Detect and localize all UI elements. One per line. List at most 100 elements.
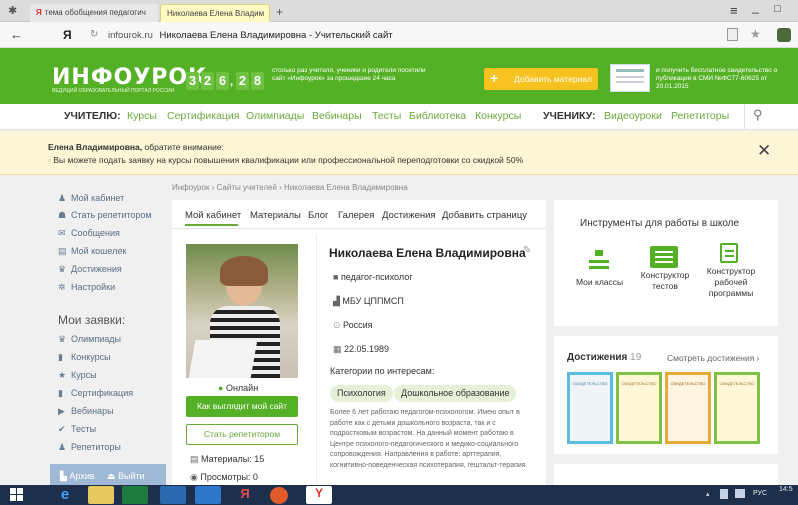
yandex-logo-icon[interactable]: Я — [63, 28, 72, 42]
nav-video-lessons[interactable]: Видеоуроки — [604, 110, 662, 122]
interest-tag[interactable]: Психология — [330, 385, 393, 402]
window-menu-button[interactable]: ≡ — [730, 3, 738, 18]
request-tutors[interactable]: ♟ Репетиторы — [58, 442, 121, 453]
search-icon[interactable]: ⚲ — [753, 107, 763, 123]
menu-become-tutor[interactable]: ☗ Стать репетитором — [58, 210, 152, 221]
tool-my-classes[interactable]: Мои классы — [576, 277, 623, 287]
close-notice-icon[interactable]: ✕ — [757, 141, 771, 161]
maximize-button[interactable]: □ — [774, 3, 781, 15]
request-contests[interactable]: ▮ Конкурсы — [58, 352, 111, 363]
tray-arrow-icon[interactable]: ▴ — [706, 490, 710, 498]
request-olympiads[interactable]: ♛ Олимпиады — [58, 334, 121, 345]
interest-tag[interactable]: Дошкольное образование — [394, 385, 517, 402]
become-tutor-button[interactable]: Стать репетитором — [186, 424, 298, 445]
reader-mode-icon[interactable] — [727, 28, 738, 41]
nav-webinars[interactable]: Вебинары — [312, 110, 362, 122]
menu-wallet[interactable]: ▤ Мой кошелек — [58, 246, 126, 257]
program-constructor-icon[interactable] — [720, 243, 738, 263]
profile-position: ■ педагог-психолог — [333, 272, 413, 282]
back-arrow-icon[interactable]: ← — [10, 27, 23, 42]
clock[interactable]: 14:5 — [779, 486, 793, 493]
yandex-browser-taskbar-icon[interactable]: Y — [306, 486, 332, 504]
materials-count[interactable]: ▤ Материалы: 15 — [190, 454, 264, 465]
tab-divider — [172, 228, 546, 229]
nav-library[interactable]: Библиотека — [409, 110, 466, 122]
menu-label: Олимпиады — [71, 334, 121, 344]
store-icon[interactable] — [122, 486, 148, 504]
bar-chart-icon: ▮ — [58, 352, 63, 362]
close-tab-icon[interactable]: × — [268, 9, 269, 18]
extension-icon[interactable] — [777, 28, 791, 42]
menu-settings[interactable]: ✲ Настройки — [58, 282, 115, 293]
profile-photo[interactable] — [186, 244, 298, 378]
yandex-icon: Я — [36, 8, 42, 17]
profile-country: ⊙ Россия — [333, 320, 373, 331]
browser-menu-icon[interactable]: ✱ — [8, 4, 17, 17]
request-webinars[interactable]: ▶ Вебинары — [58, 406, 114, 417]
ie-icon[interactable]: e — [52, 486, 78, 504]
windows-start-icon[interactable] — [10, 488, 24, 502]
nav-tests[interactable]: Тесты — [372, 110, 401, 122]
certificate-thumbnail[interactable]: СВИДЕТЕЛЬСТВО — [665, 372, 711, 444]
certificate-thumbnail[interactable]: СВИДЕТЕЛЬСТВО — [714, 372, 760, 444]
language-indicator[interactable]: РУС — [753, 490, 767, 497]
new-tab-button[interactable]: + — [276, 5, 283, 19]
word-icon[interactable] — [195, 486, 221, 504]
menu-messages[interactable]: ✉ Сообщения — [58, 228, 120, 239]
gear-icon: ✲ — [58, 282, 66, 292]
request-certification[interactable]: ▮ Сертификация — [58, 388, 133, 399]
online-dot-icon: ● — [218, 383, 226, 393]
tab-achievements[interactable]: Достижения — [382, 210, 436, 221]
classes-icon[interactable] — [589, 250, 609, 272]
edit-pencil-icon[interactable]: ✎ — [523, 245, 531, 256]
tab-blog[interactable]: Блог — [308, 210, 329, 221]
tool-tests-constructor[interactable]: Конструктор тестов — [638, 270, 692, 292]
trophy-icon: ♛ — [58, 264, 67, 274]
profile-name: Николаева Елена Владимировна — [329, 246, 526, 260]
nav-courses[interactable]: Курсы — [127, 110, 157, 122]
logout-link[interactable]: ⏏ Выйти — [107, 471, 145, 482]
view-achievements-link[interactable]: Смотреть достижения › — [667, 353, 760, 363]
breadcrumb[interactable]: Инфоурок › Сайты учителей › Николаева Ел… — [172, 183, 408, 192]
minimize-button[interactable]: _ — [752, 0, 759, 14]
nav-contests[interactable]: Конкурсы — [475, 110, 521, 122]
tray-network-icon[interactable] — [735, 489, 745, 498]
tab-my-cabinet[interactable]: Мой кабинет — [185, 210, 241, 221]
request-tests[interactable]: ✔ Тесты — [58, 424, 96, 435]
archive-link[interactable]: ▙ Архив — [60, 471, 95, 482]
org-label: МБУ ЦППМСП — [342, 296, 404, 306]
request-courses[interactable]: ★ Курсы — [58, 370, 97, 381]
desktop-app-icon[interactable] — [160, 486, 186, 504]
requests-heading: Мои заявки: — [58, 313, 126, 327]
url-field[interactable]: infourok.ru Николаева Елена Владимировна… — [108, 30, 393, 41]
browser-tab-active[interactable]: Николаева Елена Владим × — [160, 4, 270, 22]
menu-label: Сертификация — [71, 388, 134, 398]
tray-flag-icon[interactable] — [720, 489, 728, 499]
nav-certification[interactable]: Сертификация — [167, 110, 239, 122]
browser-tab[interactable]: Ятема обобщения педагогич — [30, 4, 158, 22]
yandex-app-icon[interactable]: Я — [232, 486, 258, 504]
plus-icon: + — [490, 70, 499, 86]
media-app-icon[interactable] — [270, 487, 288, 504]
menu-label: Мой кошелек — [71, 246, 127, 256]
tests-constructor-icon[interactable] — [650, 246, 678, 268]
reload-icon[interactable]: ↻ — [90, 29, 98, 40]
counter-caption: столько раз учителя, ученики и родители … — [272, 67, 426, 82]
notice-message[interactable]: ◦ Вы можете подать заявку на курсы повыш… — [48, 155, 523, 165]
nav-olympiads[interactable]: Олимпиады — [246, 110, 304, 122]
file-explorer-icon[interactable] — [88, 486, 114, 504]
site-logo[interactable]: ИНФОУРОК — [52, 65, 207, 90]
add-material-button[interactable]: + Добавить материал — [484, 68, 598, 90]
menu-achievements[interactable]: ♛ Достижения — [58, 264, 122, 275]
view-site-button[interactable]: Как выглядит мой сайт — [186, 396, 298, 417]
nav-tutors[interactable]: Репетиторы — [671, 110, 729, 122]
calendar-icon: ▦ — [333, 344, 345, 354]
tab-add-page[interactable]: Добавить страницу — [442, 210, 527, 221]
tab-materials[interactable]: Материалы — [250, 210, 301, 221]
menu-my-cabinet[interactable]: ♟ Мой кабинет — [58, 193, 124, 204]
certificate-thumbnail[interactable]: СВИДЕТЕЛЬСТВО — [616, 372, 662, 444]
bookmark-star-icon[interactable]: ★ — [750, 27, 761, 41]
certificate-thumbnail[interactable]: СВИДЕТЕЛЬСТВО — [567, 372, 613, 444]
tool-program-constructor[interactable]: Конструктор рабочей программы — [700, 266, 762, 299]
tab-gallery[interactable]: Галерея — [338, 210, 374, 221]
